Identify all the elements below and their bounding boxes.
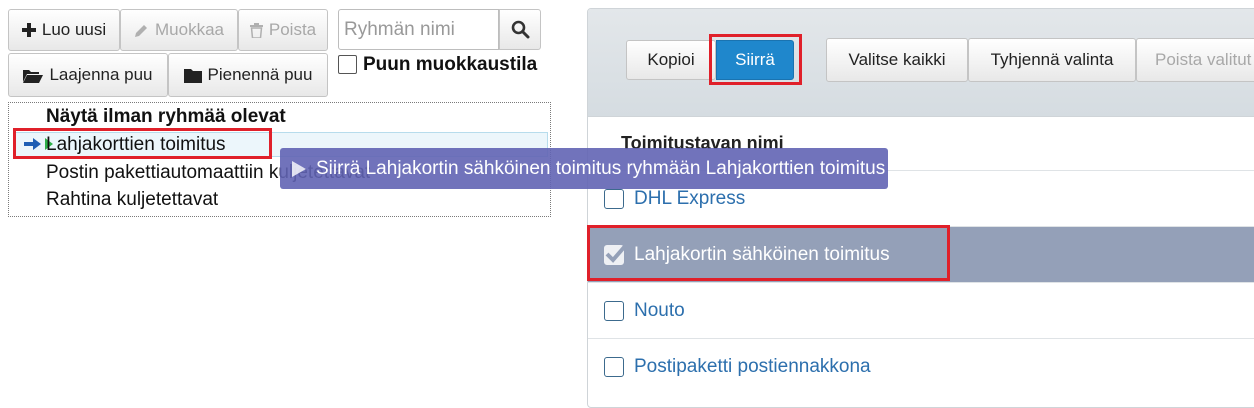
folder-icon — [183, 68, 202, 83]
edit-button[interactable]: Muokkaa — [120, 9, 238, 51]
new-button-label: Luo uusi — [41, 20, 107, 39]
delivery-methods-panel: Kopioi Siirrä Valitse kaikki Tyhjennä va… — [587, 8, 1254, 408]
trash-icon — [249, 22, 263, 38]
remove-selected-button[interactable]: Poista valitut — [1136, 38, 1254, 82]
select-all-button[interactable]: Valitse kaikki — [826, 38, 968, 82]
plus-icon — [21, 23, 36, 37]
delete-button-label: Poista — [268, 20, 317, 39]
move-button[interactable]: Siirrä — [716, 40, 794, 80]
new-button[interactable]: Luo uusi — [8, 9, 120, 51]
expand-tree-button[interactable]: Laajenna puu — [8, 53, 168, 97]
tree-item-no-group[interactable]: Näytä ilman ryhmää olevat — [46, 105, 286, 129]
row-label[interactable]: Postipaketti postiennakkona — [634, 356, 871, 378]
collapse-tree-button[interactable]: Pienennä puu — [168, 53, 328, 97]
group-name-search-input[interactable]: Ryhmän nimi — [338, 9, 499, 50]
row-checkbox[interactable] — [604, 300, 624, 321]
list-row-pickup[interactable]: Nouto — [588, 282, 1254, 338]
tree-item-gift-card-delivery[interactable]: Lahjakorttien toimitus — [46, 133, 226, 157]
folder-open-icon — [23, 69, 44, 83]
tree-item-freight[interactable]: Rahtina kuljetettavat — [46, 188, 218, 212]
panel-toolbar: Kopioi Siirrä Valitse kaikki Tyhjennä va… — [588, 9, 1254, 117]
tree-edit-mode-checkbox[interactable] — [338, 55, 357, 74]
row-checkbox[interactable] — [604, 188, 624, 209]
collapse-tree-label: Pienennä puu — [207, 65, 313, 84]
copy-button[interactable]: Kopioi — [626, 40, 716, 80]
search-button[interactable] — [499, 9, 541, 50]
search-icon — [511, 20, 529, 39]
row-checkbox-checked[interactable] — [604, 243, 628, 265]
drag-drop-tooltip: Siirrä Lahjakortin sähköinen toimitus ry… — [280, 148, 888, 189]
list-row-gift-card[interactable]: Lahjakortin sähköinen toimitus — [588, 226, 1254, 282]
row-label[interactable]: Nouto — [634, 300, 685, 322]
drag-tooltip-text: Siirrä Lahjakortin sähköinen toimitus ry… — [316, 158, 886, 179]
row-label[interactable]: DHL Express — [634, 188, 745, 210]
checkmark-icon — [605, 243, 628, 263]
row-checkbox[interactable] — [604, 356, 624, 377]
pencil-icon — [135, 24, 147, 37]
expand-tree-label: Laajenna puu — [49, 65, 153, 84]
search-placeholder: Ryhmän nimi — [344, 19, 455, 40]
edit-button-label: Muokkaa — [155, 20, 224, 39]
list-row-cod-parcel[interactable]: Postipaketti postiennakkona — [588, 338, 1254, 394]
tree-edit-mode-label: Puun muokkaustila — [363, 54, 538, 75]
row-label[interactable]: Lahjakortin sähköinen toimitus — [634, 244, 890, 266]
drag-arrow-icon — [292, 161, 306, 177]
clear-selection-button[interactable]: Tyhjennä valinta — [968, 38, 1136, 82]
delete-button[interactable]: Poista — [238, 9, 328, 51]
